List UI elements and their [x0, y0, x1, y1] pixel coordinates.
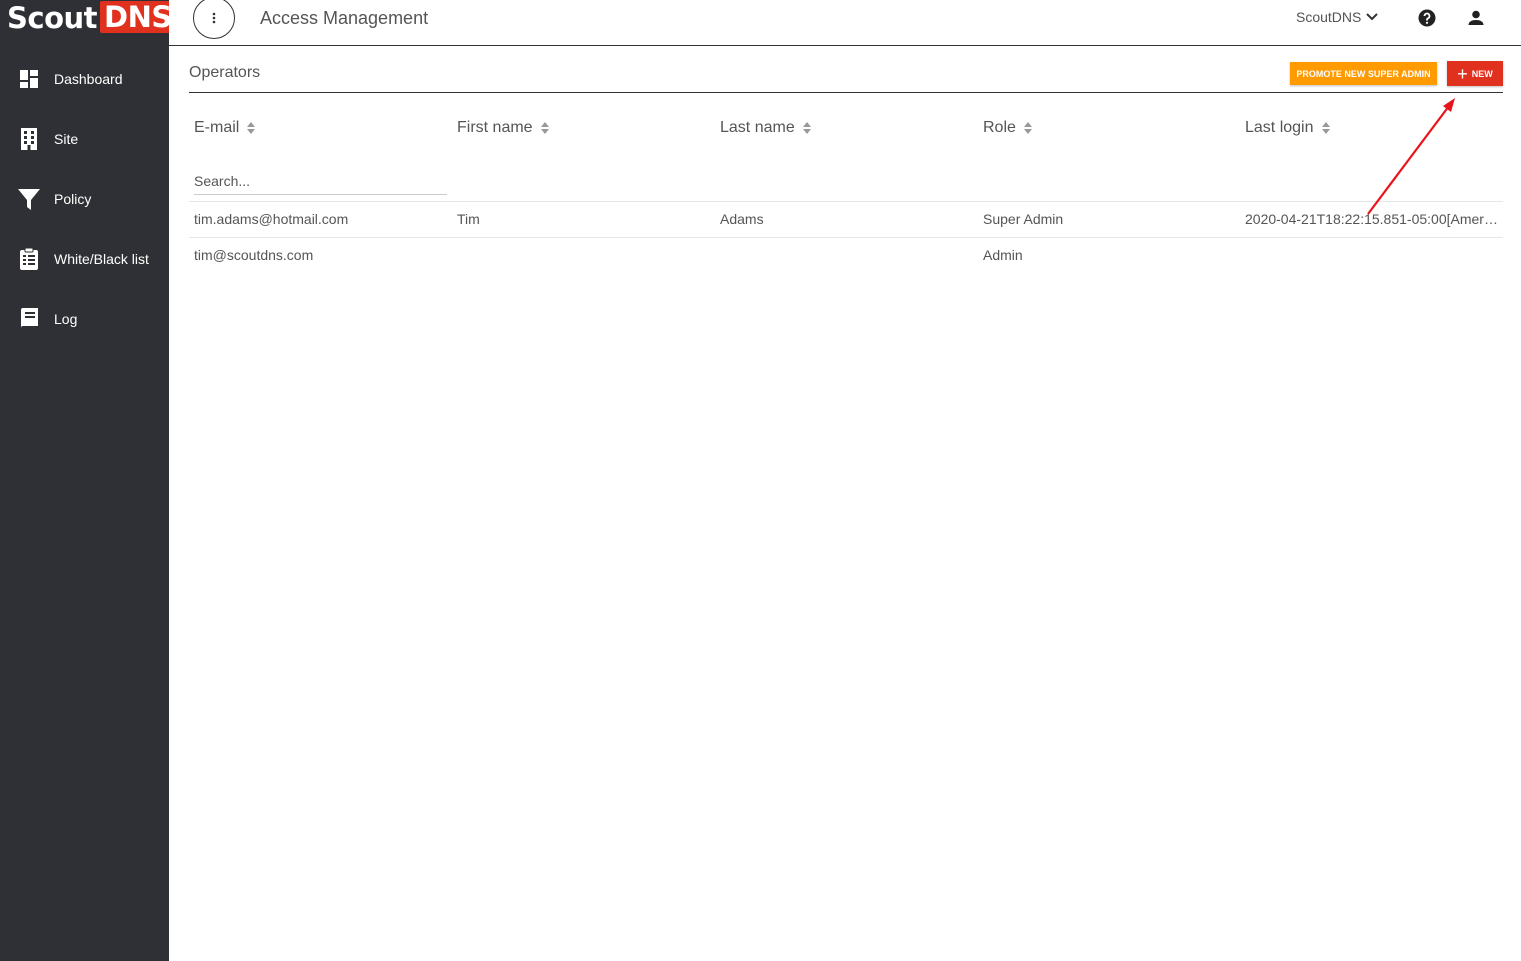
sidebar-item-policy[interactable]: Policy — [0, 169, 169, 229]
new-operator-button[interactable]: + NEW — [1447, 61, 1503, 86]
user-account-icon[interactable] — [1466, 8, 1486, 28]
more-vertical-icon — [212, 12, 216, 24]
sort-icon — [540, 122, 549, 134]
sort-icon — [1023, 122, 1032, 134]
logo-text-scout: Scout — [7, 1, 98, 35]
new-button-label: NEW — [1471, 68, 1493, 79]
section-title: Operators — [189, 64, 261, 81]
promote-new-super-admin-button[interactable]: PROMOTE NEW SUPER ADMIN — [1290, 62, 1437, 85]
sidebar-item-label: White/Black list — [54, 251, 149, 267]
scoutdns-logo[interactable]: Scout DNS — [0, 0, 176, 45]
sidebar: Scout DNS Dashboard Site Policy White/Bl… — [0, 0, 176, 961]
filter-icon — [17, 187, 41, 211]
row-divider — [189, 201, 1503, 202]
column-header-label: Last login — [1245, 119, 1314, 136]
help-icon[interactable] — [1418, 9, 1436, 27]
column-header-label: First name — [457, 119, 533, 136]
dashboard-icon — [17, 67, 41, 91]
cell-first-name: Tim — [457, 211, 480, 227]
cell-last-name: Adams — [720, 211, 764, 227]
row-divider — [189, 237, 1503, 238]
column-header-last-name[interactable]: Last name — [720, 119, 812, 137]
cell-role: Admin — [983, 247, 1023, 263]
book-icon — [17, 307, 41, 331]
section-divider — [189, 92, 1503, 93]
logo-text-dns: DNS — [100, 1, 176, 33]
column-header-last-login[interactable]: Last login — [1245, 119, 1331, 137]
column-header-label: Role — [983, 119, 1016, 136]
organization-select-label: ScoutDNS — [1296, 9, 1362, 25]
sort-icon — [1321, 122, 1330, 134]
organization-select[interactable]: ScoutDNS — [1296, 9, 1379, 25]
plus-icon: + — [1457, 63, 1468, 84]
column-header-label: E-mail — [194, 119, 240, 136]
sidebar-item-label: Dashboard — [54, 71, 123, 87]
column-header-role[interactable]: Role — [983, 119, 1033, 137]
sidebar-item-log[interactable]: Log — [0, 289, 169, 349]
building-icon — [17, 127, 41, 151]
sidebar-item-site[interactable]: Site — [0, 109, 169, 169]
sort-icon — [247, 122, 256, 134]
top-bar: Access Management ScoutDNS — [169, 0, 1521, 46]
column-header-label: Last name — [720, 119, 795, 136]
cell-last-login: 2020-04-21T18:22:15.851-05:00[America/Ch… — [1245, 211, 1500, 227]
cell-email: tim@scoutdns.com — [194, 247, 314, 263]
column-header-first-name[interactable]: First name — [457, 119, 550, 137]
clipboard-list-icon — [17, 247, 41, 271]
sidebar-item-label: Log — [54, 311, 78, 327]
cell-role: Super Admin — [983, 211, 1064, 227]
sidebar-item-label: Site — [54, 131, 79, 147]
email-search-input[interactable] — [194, 168, 447, 195]
column-header-email[interactable]: E-mail — [194, 119, 256, 137]
chevron-down-icon — [1366, 13, 1379, 21]
sidebar-item-white-black-list[interactable]: White/Black list — [0, 229, 169, 289]
sidebar-item-dashboard[interactable]: Dashboard — [0, 49, 169, 109]
more-menu-button[interactable] — [193, 0, 235, 39]
sidebar-item-label: Policy — [54, 191, 92, 207]
page-title: Access Management — [260, 8, 429, 28]
cell-email: tim.adams@hotmail.com — [194, 211, 349, 227]
sort-icon — [802, 122, 811, 134]
